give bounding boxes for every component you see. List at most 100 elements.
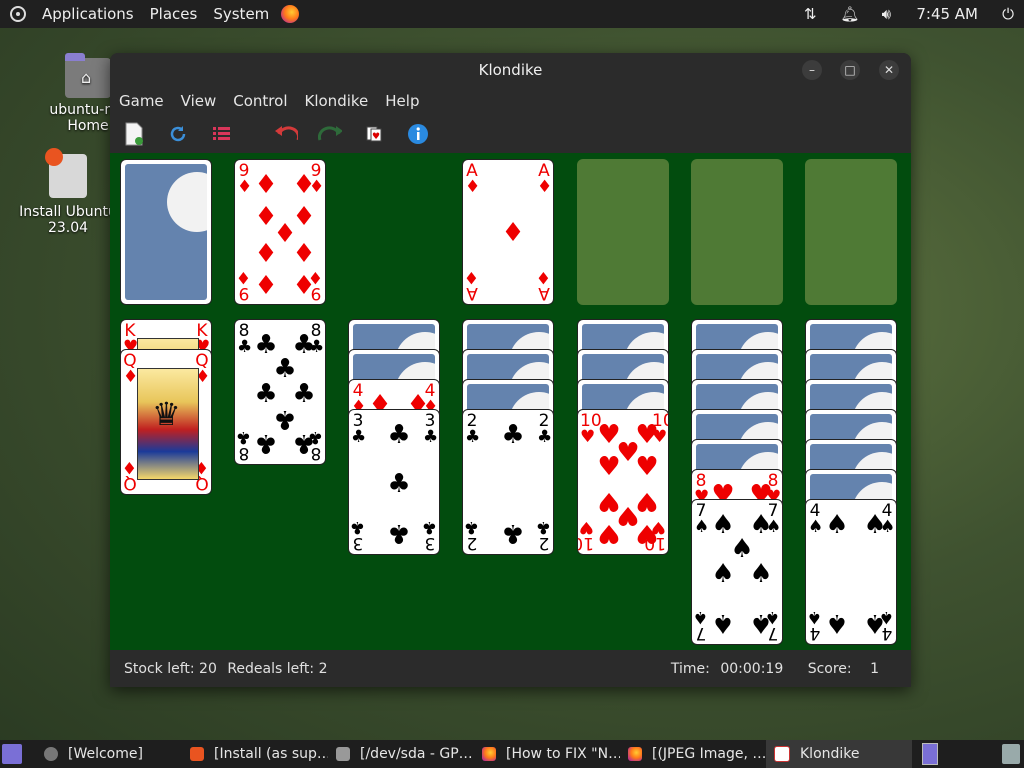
card-corner-index: 7 ♠ [692,607,708,643]
card-8-♣[interactable]: 8 ♣ 8 ♣ 8 ♣ 8 ♣ ♣ ♣ ♣ ♣ ♣ ♣ ♣ ♣ [234,319,326,465]
suit-pip: ♦ [501,218,525,248]
title-bar[interactable]: Klondike – □ ✕ [110,53,911,87]
card-corner-index: A ♦ [537,161,553,197]
suit-pip: ♦ [292,236,316,266]
select-game-icon[interactable] [210,122,234,146]
card-corner-index: 3 ♣ [351,411,367,447]
toolbar: ♥ [110,115,911,153]
firefox-launcher-icon[interactable] [281,5,300,23]
suit-pip: ♣ [254,428,278,458]
suit-pip: ♥ [597,452,621,482]
undo-icon[interactable] [274,122,298,146]
task-label: [(JPEG Image, … [652,746,766,762]
menu-help[interactable]: Help [380,92,424,110]
ubuntu-logo-icon[interactable] [10,6,26,22]
clock[interactable]: 7:45 AM [916,5,978,23]
card-2-♣[interactable]: 2 ♣ 2 ♣ 2 ♣ 2 ♣ ♣ ♣ [462,409,554,555]
stock-pile[interactable] [120,159,212,305]
foundation-1[interactable]: A ♦ A ♦ A ♦ A ♦ ♦ [462,159,554,305]
card-back-pattern [125,164,207,300]
notification-bell-icon[interactable]: 🔔︎ [840,5,859,23]
task-firefox-howto[interactable]: [How to FIX "N… [474,740,620,768]
time-label: Time: [670,660,710,677]
suit-pip: ♦ [254,236,278,266]
foundation-empty-slot[interactable] [577,159,669,305]
show-desktop-button[interactable] [2,744,22,764]
top-panel: Applications Places System ⇅ 🔔︎ 🔊︎ 7:45 … [0,0,1024,28]
game-board[interactable]: 9♦9♦9♦9♦♦♦♦♦♦♦♦♦♦A♦A♦A♦A♦♦K♥K♥K♥K♥Q♦Q♦Q♦… [110,153,911,650]
card-corner-index: 3 ♣ [423,411,439,447]
svg-text:♥: ♥ [372,132,380,142]
klondike-app-icon [774,746,790,762]
task-installer[interactable]: [Install (as sup… [182,740,328,768]
power-icon[interactable]: ⏻ [1000,5,1016,23]
restart-icon[interactable] [166,122,190,146]
suit-pip: ♣ [501,420,525,450]
menu-view[interactable]: View [176,92,222,110]
task-label: [Welcome] [68,746,143,762]
menu-klondike[interactable]: Klondike [300,92,374,110]
card-corner-index: 7 ♠ [694,501,710,537]
trash-icon[interactable] [1002,744,1020,764]
foundation-empty-slot[interactable] [691,159,783,305]
card-corner-index: 8 ♣ [237,321,253,357]
suit-pip: ♣ [292,428,316,458]
suit-pip: ♠ [825,608,849,638]
card-corner-index: 3 ♣ [349,517,365,553]
suit-pip: ♦ [254,170,278,200]
card-corner-index: 2 ♣ [465,411,481,447]
card-10-♥[interactable]: 10♥10♥10♥10♥♥♥♥♥♥♥♥♥♥♥ [577,409,669,555]
card-3-♣[interactable]: 3 ♣ 3 ♣ 3 ♣ 3 ♣ ♣ ♣ ♣ [348,409,440,555]
card-Q-♦[interactable]: Q ♦ Q ♦ Q ♦ Q ♦ [120,349,212,495]
task-firefox-jpeg[interactable]: [(JPEG Image, … [620,740,766,768]
task-klondike[interactable]: Klondike [766,740,912,768]
suit-pip: ♦ [292,170,316,200]
suit-pip: ♦ [292,268,316,298]
menu-game[interactable]: Game [114,92,169,110]
menu-places[interactable]: Places [142,0,206,28]
home-folder-icon: ⌂ [65,53,111,98]
card-corner-index: A ♦ [465,161,481,197]
firefox-icon [482,747,496,761]
menu-control[interactable]: Control [228,92,292,110]
minimize-button[interactable]: – [802,60,822,80]
card-corner-index: A ♦ [463,267,479,303]
waste-pile[interactable]: 9 ♦ 9 ♦ 9 ♦ 9 ♦ ♦ ♦ ♦ ♦ ♦ ♦ ♦ ♦ ♦ [234,159,326,305]
network-icon[interactable]: ⇅ [802,5,818,23]
foundation-empty-slot[interactable] [805,159,897,305]
window-title: Klondike [478,61,543,79]
status-bar: Stock left: 20 Redeals left: 2 Time: 00:… [110,650,911,687]
card-corner-index: 9 ♦ [237,161,253,197]
suit-pip: ♥ [635,452,659,482]
suit-pip: ♣ [387,469,411,499]
card-corner-index: 4 ♠ [808,501,824,537]
suit-pip: ♥ [597,518,621,548]
card-corner-index: 2 ♣ [535,517,551,553]
suit-pip: ♠ [711,559,735,589]
task-welcome[interactable]: [Welcome] [36,740,182,768]
court-card-face [137,368,199,480]
deal-card-icon[interactable]: ♥ [362,122,386,146]
menu-bar: Game View Control Klondike Help [110,87,911,115]
task-gparted[interactable]: [/dev/sda - GP… [328,740,474,768]
suit-pip: ♥ [635,518,659,548]
gparted-app-icon [336,747,350,761]
menu-applications[interactable]: Applications [34,0,142,28]
close-button[interactable]: ✕ [879,60,899,80]
card-7-♠[interactable]: 7 ♠ 7 ♠ 7 ♠ 7 ♠ ♠ ♠ ♠ ♠ ♠ ♠ ♠ [691,499,783,645]
suit-pip: ♣ [387,518,411,548]
task-label: Klondike [800,746,860,762]
volume-icon[interactable]: 🔊︎ [878,5,894,23]
suit-pip: ♠ [825,510,849,540]
score-label: Score: [807,660,852,677]
hint-info-icon[interactable] [406,122,430,146]
menu-system[interactable]: System [205,0,277,28]
card-4-♠[interactable]: 4 ♠ 4 ♠ 4 ♠ 4 ♠ ♠ ♠ ♠ ♠ [805,499,897,645]
new-game-icon[interactable] [122,122,146,146]
task-label: [/dev/sda - GP… [360,746,473,762]
maximize-button[interactable]: □ [840,60,860,80]
redo-icon[interactable] [318,122,342,146]
workspace-switcher[interactable] [922,743,938,765]
card-corner-index: Q ♦ [123,351,139,387]
card-corner-index: 10♥ [580,411,602,447]
